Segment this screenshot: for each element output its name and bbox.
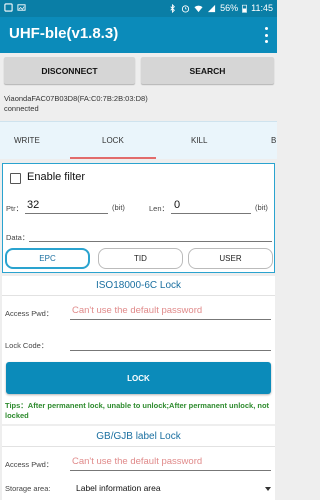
enable-filter-checkbox[interactable] [10,173,21,184]
notification-icon [4,3,13,12]
ptr-label: Ptr： [6,204,24,213]
lock-code-input[interactable] [70,350,271,351]
connection-status: connected [4,104,39,113]
bank-tid-button[interactable]: TID [98,248,183,269]
clock: 11:45 [251,3,273,13]
app-bar: UHF-ble(v1.8.3) [0,17,277,53]
tab-indicator [70,157,156,159]
lock-tips: Tips：After permanent lock, unable to unl… [5,401,270,420]
len-unit: (bit) [255,203,268,212]
dropdown-arrow-icon[interactable] [265,487,271,491]
lock-code-label: Lock Code： [5,341,49,350]
enable-filter-label[interactable]: Enable filter [27,171,85,183]
iso-access-pwd-underline [70,319,271,320]
filter-panel: Enable filter Ptr： 32 (bit) Len： 0 (bit)… [2,163,275,273]
bank-epc-button[interactable]: EPC [5,248,90,269]
tab-bar: WRITE LOCK KILL B [0,121,277,159]
iso-lock-title: ISO18000-6C Lock [95,280,182,291]
data-input[interactable] [29,241,272,242]
tab-lock[interactable]: LOCK [102,136,124,145]
signal-icon [208,4,216,12]
bank-user-button[interactable]: USER [188,248,273,269]
ptr-unit: (bit) [112,203,125,212]
storage-area-select[interactable]: Label information area [76,483,161,493]
battery-percent: 56% [220,3,239,13]
gb-lock-section: GB/GJB label Lock Access Pwd： Can't use … [2,426,275,500]
bluetooth-icon [170,3,176,13]
storage-area-label: Storage area: [5,484,51,493]
status-bar: 56% 11:45 [0,0,277,17]
data-label: Data： [6,233,30,242]
len-input[interactable]: 0 [174,199,180,211]
len-label: Len： [149,204,170,213]
disconnect-button[interactable]: DISCONNECT [4,57,135,84]
wifi-icon [194,5,203,12]
ptr-underline [25,213,108,214]
search-button[interactable]: SEARCH [141,57,274,84]
battery-icon [242,4,248,13]
divider [2,446,275,447]
gb-access-pwd-label: Access Pwd： [5,460,54,469]
overflow-menu-icon[interactable] [263,27,269,43]
ptr-input[interactable]: 32 [27,199,39,211]
alarm-icon [182,4,190,13]
tab-write[interactable]: WRITE [14,136,40,145]
device-info: ViaondaFAC07B03D8(FA:C0:7B:2B:03:D8) con… [4,94,148,114]
iso-lock-button[interactable]: LOCK [6,362,271,394]
divider [2,295,275,296]
tab-kill[interactable]: KILL [191,136,207,145]
iso-access-pwd-label: Access Pwd： [5,309,54,318]
gb-lock-title: GB/GJB label Lock [96,431,181,442]
tab-overflow[interactable]: B [271,136,276,145]
iso-lock-section: ISO18000-6C Lock Access Pwd： Can't use t… [2,276,275,424]
gb-access-pwd-underline [70,470,271,471]
device-name: ViaondaFAC07B03D8(FA:C0:7B:2B:03:D8) [4,94,148,103]
image-icon [17,4,26,11]
len-underline [171,213,251,214]
iso-access-pwd-input[interactable]: Can't use the default password [72,305,202,316]
gb-access-pwd-input[interactable]: Can't use the default password [72,456,202,467]
app-title: UHF-ble(v1.8.3) [9,25,119,42]
